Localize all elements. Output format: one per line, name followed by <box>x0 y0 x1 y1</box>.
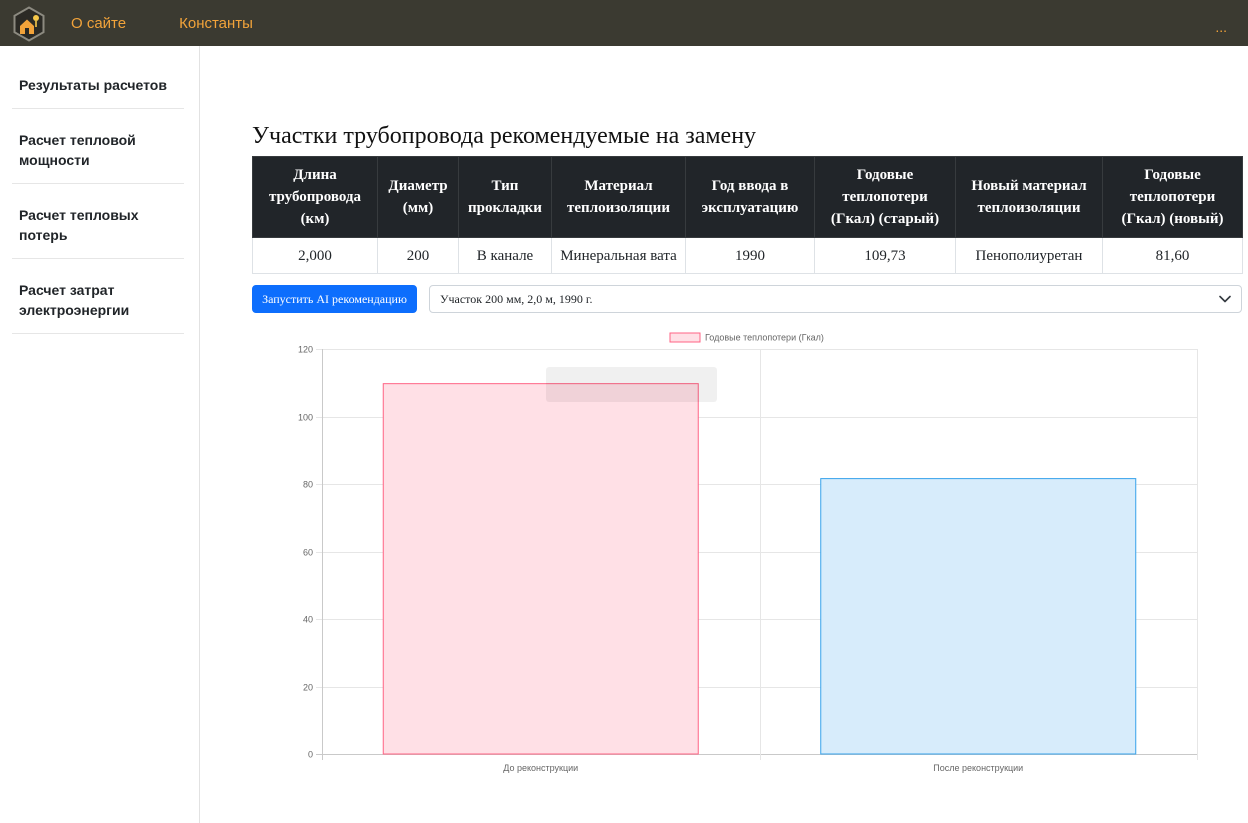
logo-icon <box>13 6 45 42</box>
nav-links: О сайте Константы <box>71 0 253 46</box>
sidebar-item-electricity-costs[interactable]: Расчет затрат электроэнергии <box>12 259 184 334</box>
y-tick-label: 60 <box>303 548 313 558</box>
chart-tooltip-box <box>546 367 717 402</box>
y-tick-label: 40 <box>303 615 313 625</box>
cell-insulation: Минеральная вата <box>551 237 686 274</box>
table-row: 2,000 200 В канале Минеральная вата 1990… <box>252 237 1243 274</box>
sidebar-menu: Результаты расчетов Расчет тепловой мощн… <box>12 54 184 334</box>
legend-swatch <box>669 332 701 343</box>
column-header-length: Длина трубопровода (км) <box>252 156 378 238</box>
table-body: 2,000 200 В канале Минеральная вата 1990… <box>252 237 1243 274</box>
sidebar-item-heat-power[interactable]: Расчет тепловой мощности <box>12 109 184 184</box>
cell-losses-old: 109,73 <box>814 237 956 274</box>
bar <box>382 383 699 755</box>
y-tick-label: 20 <box>303 683 313 693</box>
chevron-down-icon <box>1219 295 1231 303</box>
sidebar: Результаты расчетов Расчет тепловой мощн… <box>0 46 200 823</box>
nav-link-about[interactable]: О сайте <box>71 15 126 32</box>
x-tick-label: После реконструкции <box>933 763 1023 773</box>
x-tick-label: До реконструкции <box>503 763 578 773</box>
column-header-losses-new: Годовые теплопотери (Гкал) (новый) <box>1102 156 1243 238</box>
legend-label: Годовые теплопотери (Гкал) <box>705 333 824 343</box>
column-header-year: Год ввода в эксплуатацию <box>685 156 815 238</box>
table-header: Длина трубопровода (км) Диаметр (мм) Тип… <box>252 156 1243 238</box>
bar <box>820 478 1137 755</box>
ai-recommendation-button[interactable]: Запустить AI рекомендацию <box>252 285 417 313</box>
cell-new-insulation: Пенополиуретан <box>955 237 1103 274</box>
cell-diameter: 200 <box>377 237 459 274</box>
cell-losses-new: 81,60 <box>1102 237 1243 274</box>
brand-link[interactable] <box>11 6 47 42</box>
segment-select[interactable]: Участок 200 мм, 2,0 м, 1990 г. <box>429 285 1242 313</box>
nav-link-constants[interactable]: Константы <box>179 15 253 32</box>
column-header-diameter: Диаметр (мм) <box>377 156 459 238</box>
cell-length: 2,000 <box>252 237 378 274</box>
y-tick-label: 0 <box>308 750 313 760</box>
cell-year: 1990 <box>685 237 815 274</box>
column-header-losses-old: Годовые теплопотери (Гкал) (старый) <box>814 156 956 238</box>
segment-select-value: Участок 200 мм, 2,0 м, 1990 г. <box>440 292 593 306</box>
y-tick-label: 80 <box>303 480 313 490</box>
sidebar-item-results[interactable]: Результаты расчетов <box>12 54 184 109</box>
chart-legend: Годовые теплопотери (Гкал) <box>669 332 824 343</box>
column-header-insulation: Материал теплоизоляции <box>551 156 686 238</box>
table-header-row: Длина трубопровода (км) Диаметр (мм) Тип… <box>252 156 1243 238</box>
column-header-laying-type: Тип прокладки <box>458 156 552 238</box>
column-header-new-insulation: Новый материал теплоизоляции <box>955 156 1103 238</box>
sidebar-item-heat-losses[interactable]: Расчет тепловых потерь <box>12 184 184 259</box>
heat-loss-bar-chart: Годовые теплопотери (Гкал) 0 20 40 60 80 100 1… <box>298 332 1198 773</box>
y-tick-label: 100 <box>298 413 313 423</box>
nav-more-menu[interactable]: ... <box>1215 0 1227 46</box>
top-navbar: О сайте Константы ... <box>0 0 1248 46</box>
cell-laying-type: В канале <box>458 237 552 274</box>
y-tick-label: 120 <box>298 345 313 355</box>
page-title: Участки трубопровода рекомендуемые на за… <box>252 123 757 149</box>
pipeline-table: Длина трубопровода (км) Диаметр (мм) Тип… <box>252 156 1243 274</box>
chart-plot-area: 0 20 40 60 80 100 120 До реконструкции После рек… <box>298 345 1198 773</box>
